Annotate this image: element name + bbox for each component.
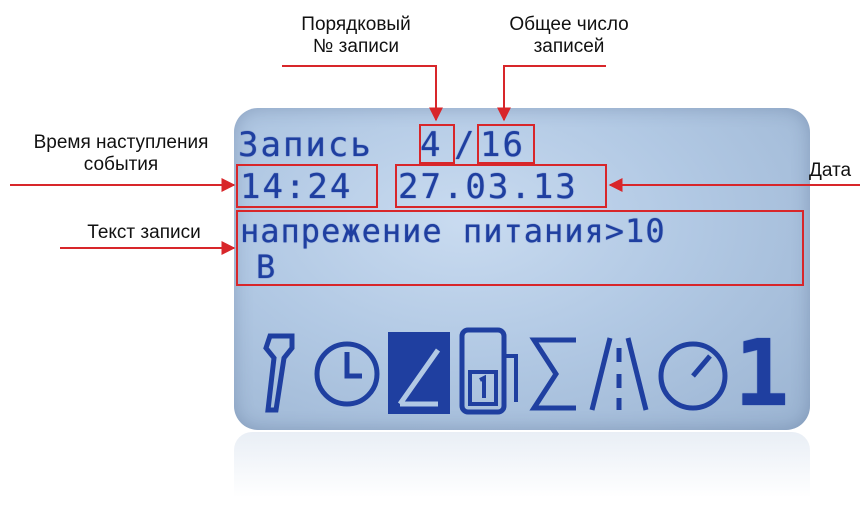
- record-number-callout: Порядковый № записи: [286, 14, 426, 58]
- total-records-callout: Общее число записей: [494, 14, 644, 58]
- event-time-callout-line1: Время наступления: [33, 132, 209, 153]
- record-text-callout: Текст записи: [87, 222, 201, 243]
- journal-edit-icon[interactable]: [386, 330, 452, 416]
- date-callout: Дата: [808, 160, 852, 181]
- event-time-callout-line2: события: [83, 154, 159, 175]
- clock-icon[interactable]: [312, 330, 382, 416]
- event-time-callout: Время наступления события: [8, 132, 234, 176]
- total-callout-line1: Общее число: [509, 14, 629, 35]
- record-number-callout-line2: № записи: [313, 36, 399, 57]
- road-icon[interactable]: [588, 334, 650, 414]
- fuel-meter-icon[interactable]: [458, 326, 522, 416]
- wrench-icon[interactable]: [258, 330, 304, 416]
- page-indicator: 1: [734, 320, 792, 427]
- sigma-icon[interactable]: [526, 334, 582, 414]
- record-number-callout-line1: Порядковый: [301, 14, 411, 35]
- total-callout-line2: записей: [533, 36, 605, 57]
- callout-lines: [10, 65, 860, 255]
- speedometer-icon[interactable]: [656, 330, 730, 416]
